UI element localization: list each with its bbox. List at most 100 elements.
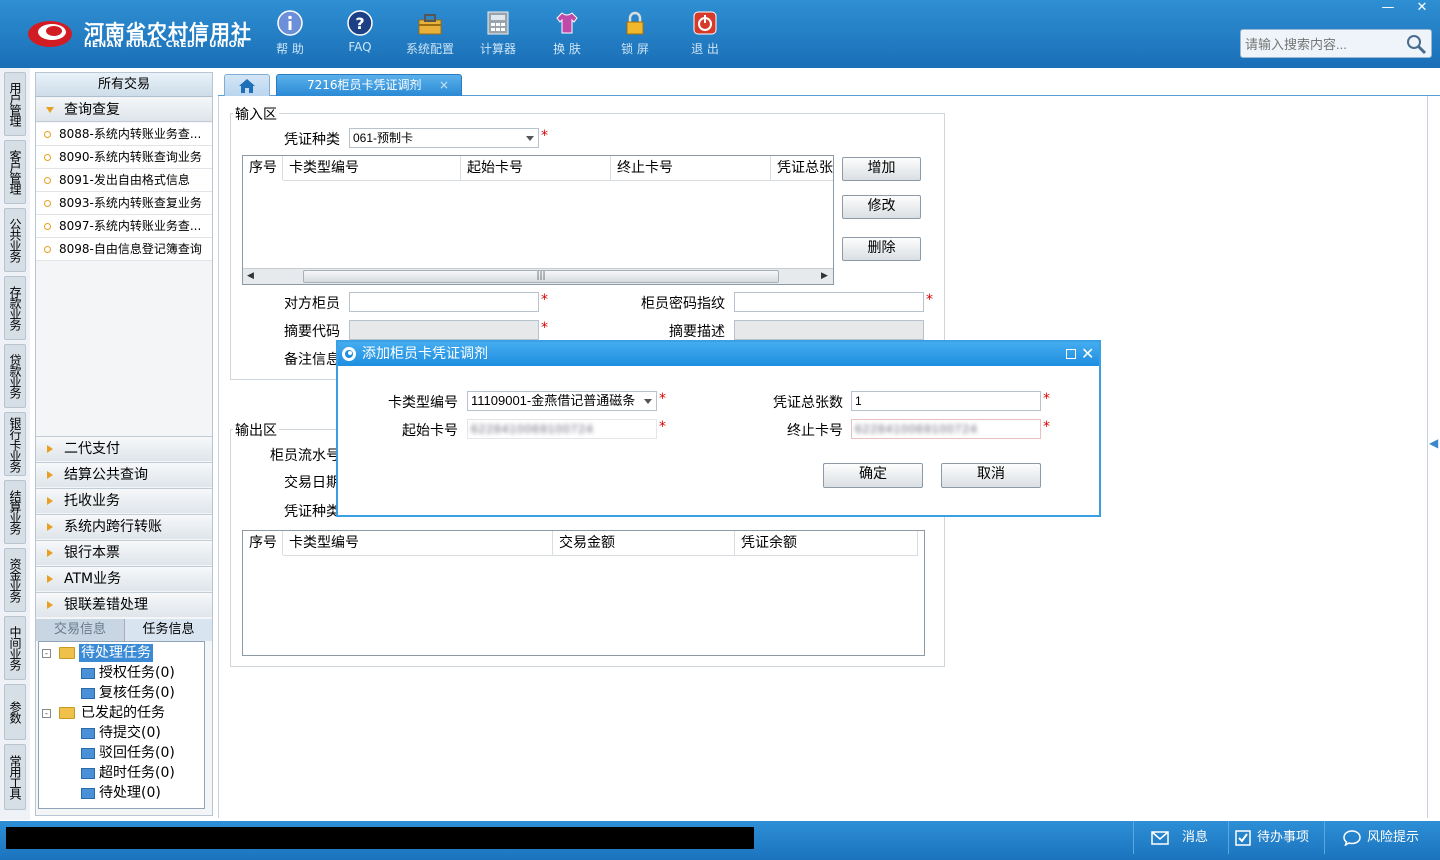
lock-button[interactable]: 锁 屏	[605, 8, 665, 62]
scroll-left-icon[interactable]: ◀	[247, 271, 254, 281]
collapse-icon[interactable]: -	[42, 709, 51, 718]
voucher-type-select[interactable]: 061-预制卡	[349, 128, 539, 148]
collapsed-arrow-icon	[47, 445, 53, 453]
add-button[interactable]: 增加	[842, 157, 921, 181]
vtab-tools[interactable]: 常用工具	[4, 744, 26, 810]
horizontal-scrollbar[interactable]: ◀ ||| ▶	[243, 268, 833, 284]
summary-code-label: 摘要代码	[284, 324, 340, 340]
tree-node-initiated[interactable]: 已发起的任务	[81, 704, 165, 722]
grid-header-line	[283, 180, 833, 181]
vtab-loan[interactable]: 贷款业务	[4, 344, 26, 408]
calculator-button[interactable]: 计算器	[468, 8, 528, 62]
message-button[interactable]: 消息	[1133, 821, 1228, 854]
tree-node-to-process[interactable]: 待处理(0)	[99, 784, 161, 802]
menu-atm[interactable]: ATM业务	[36, 566, 212, 591]
voucher-type-label: 凭证种类	[284, 132, 340, 148]
card-type-select[interactable]: 11109001-金燕借记普通磁条	[467, 391, 657, 411]
status-message-area	[6, 827, 754, 849]
query-item[interactable]: 8093-系统内转账查复业务	[36, 192, 212, 215]
summary-code-input[interactable]	[349, 320, 539, 340]
tab-7216[interactable]: 7216柜员卡凭证调剂 ×	[276, 74, 462, 96]
app-icon	[342, 347, 356, 361]
voucher-count-input[interactable]: 1	[851, 391, 1041, 411]
exit-label: 退 出	[691, 42, 719, 56]
close-icon[interactable]: ×	[439, 75, 449, 96]
vtab-user-management[interactable]: 用户管理	[4, 72, 26, 136]
tab-transaction-info[interactable]: 交易信息	[36, 619, 124, 641]
all-transactions-header[interactable]: 所有交易	[36, 73, 212, 97]
grid-header-start-card: 起始卡号	[461, 156, 611, 180]
search-icon[interactable]	[1405, 33, 1427, 55]
menu-interbank-transfer[interactable]: 系统内跨行转账	[36, 514, 212, 539]
end-card-input[interactable]: 6228410069100724	[851, 419, 1041, 439]
minimize-button[interactable]: —	[1374, 0, 1402, 18]
close-icon[interactable]: ✕	[1081, 342, 1094, 366]
query-item[interactable]: 8098-自由信息登记簿查询	[36, 238, 212, 261]
vtab-parameters[interactable]: 参数	[4, 684, 26, 740]
task-tree: - 待处理任务 授权任务(0) 复核任务(0) - 已发起的任务 待提交(0) …	[38, 641, 205, 809]
grid-header-card-type: 卡类型编号	[283, 531, 553, 555]
task-icon	[81, 748, 95, 759]
expanded-arrow-icon	[46, 107, 54, 113]
tree-node-timeout[interactable]: 超时任务(0)	[99, 764, 175, 782]
vtab-public-business[interactable]: 公共业务	[4, 208, 26, 272]
maximize-icon[interactable]	[1066, 349, 1076, 359]
logo-icon	[28, 21, 72, 47]
tab-task-info[interactable]: 任务信息	[124, 619, 212, 641]
tree-node-rejected[interactable]: 驳回任务(0)	[99, 744, 175, 762]
vtab-customer-management[interactable]: 客户管理	[4, 140, 26, 204]
grid-header-seq: 序号	[243, 156, 283, 180]
dialog-titlebar[interactable]: 添加柜员卡凭证调剂 ✕	[338, 342, 1099, 366]
vtab-intermediary[interactable]: 中间业务	[4, 616, 26, 680]
search-input[interactable]	[1245, 34, 1405, 54]
scroll-thumb[interactable]: |||	[303, 270, 779, 283]
menu-query-reply[interactable]: 查询查复	[36, 98, 212, 122]
todo-label: 待办事项	[1257, 830, 1310, 845]
cancel-button[interactable]: 取消	[941, 463, 1041, 488]
voucher-count-label: 凭证总张数	[773, 395, 843, 411]
menu-settlement-query[interactable]: 结算公共查询	[36, 462, 212, 487]
collapse-icon[interactable]: -	[42, 649, 51, 658]
skin-label: 换 肤	[553, 42, 581, 56]
delete-button[interactable]: 删除	[842, 237, 921, 261]
menu-second-gen-payment[interactable]: 二代支付	[36, 436, 212, 461]
query-item[interactable]: 8088-系统内转账业务查...	[36, 123, 212, 146]
teller-fingerprint-input[interactable]	[734, 292, 924, 312]
grid-header-line	[283, 555, 918, 556]
collapse-arrow-icon[interactable]: ◀	[1429, 436, 1438, 450]
vtab-funds[interactable]: 资金业务	[4, 548, 26, 612]
calculator-icon	[487, 11, 509, 35]
risk-button[interactable]: 风险提示	[1324, 821, 1440, 854]
confirm-button[interactable]: 确定	[823, 463, 923, 488]
query-item[interactable]: 8090-系统内转账查询业务	[36, 146, 212, 169]
summary-desc-input[interactable]	[734, 320, 924, 340]
counterpart-teller-input[interactable]	[349, 292, 539, 312]
scroll-right-icon[interactable]: ▶	[821, 271, 828, 281]
skin-button[interactable]: 换 肤	[537, 8, 597, 62]
vtab-settlement[interactable]: 结算业务	[4, 480, 26, 544]
menu-collection[interactable]: 托收业务	[36, 488, 212, 513]
menu-label: 银行本票	[64, 545, 120, 561]
menu-cashier-check[interactable]: 银行本票	[36, 540, 212, 565]
tree-node-pending[interactable]: 待处理任务	[79, 644, 153, 662]
help-button[interactable]: 帮 助	[260, 8, 320, 62]
vtab-deposit[interactable]: 存款业务	[4, 276, 26, 340]
window-close-button[interactable]: ✕	[1408, 0, 1436, 18]
grid-header-amount: 交易金额	[553, 531, 735, 555]
system-config-button[interactable]: 系统配置	[400, 8, 460, 62]
info-icon	[277, 10, 303, 36]
todo-button[interactable]: 待办事项	[1228, 821, 1324, 854]
tree-node-auth[interactable]: 授权任务(0)	[99, 664, 175, 682]
exit-button[interactable]: 退 出	[675, 8, 735, 62]
edit-button[interactable]: 修改	[842, 195, 921, 219]
query-item[interactable]: 8097-系统内转账业务查...	[36, 215, 212, 238]
start-card-input[interactable]: 6228410069100724	[467, 419, 657, 439]
tree-node-to-submit[interactable]: 待提交(0)	[99, 724, 161, 742]
menu-unionpay-error[interactable]: 银联差错处理	[36, 592, 212, 617]
required-mark: *	[541, 128, 548, 144]
faq-button[interactable]: ? FAQ	[330, 8, 390, 62]
tree-node-review[interactable]: 复核任务(0)	[99, 684, 175, 702]
vtab-bank-card[interactable]: 银行卡业务	[4, 412, 26, 476]
query-item[interactable]: 8091-发出自由格式信息	[36, 169, 212, 192]
home-tab[interactable]	[224, 74, 270, 96]
